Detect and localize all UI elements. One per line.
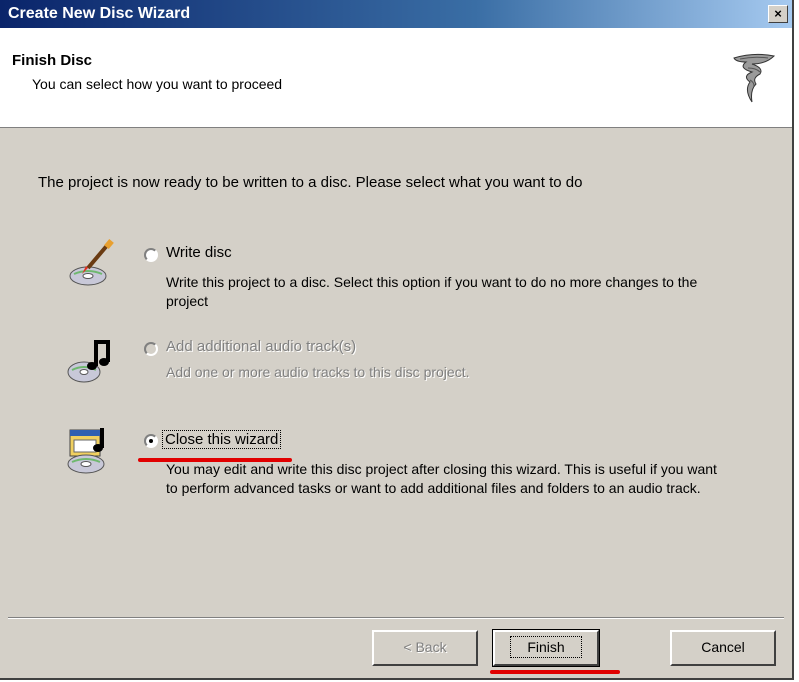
close-wizard-disc-icon — [67, 428, 105, 474]
header-title: Finish Disc — [12, 52, 93, 69]
close-wizard-label[interactable]: Close this wizard — [162, 430, 282, 449]
title-bar[interactable]: Create New Disc Wizard × — [0, 0, 792, 28]
header-subtitle: You can select how you want to proceed — [32, 76, 283, 92]
close-wizard-radio[interactable] — [144, 434, 158, 448]
annotation-underline-finish — [490, 670, 620, 674]
annotation-underline-close-wizard — [138, 458, 292, 462]
footer-separator — [8, 617, 784, 619]
wizard-header: Finish Disc You can select how you want … — [0, 28, 792, 128]
radio-selected-dot — [149, 439, 153, 443]
close-wizard-description: You may edit and write this disc project… — [166, 461, 717, 496]
add-audio-label: Add additional audio track(s) — [166, 338, 357, 355]
write-disc-radio[interactable] — [144, 248, 158, 262]
window-title: Create New Disc Wizard — [8, 5, 191, 22]
back-button: < Back — [372, 630, 478, 666]
wizard-tornado-icon — [733, 53, 776, 103]
cancel-button[interactable]: Cancel — [670, 630, 776, 666]
add-audio-description: Add one or more audio tracks to this dis… — [166, 364, 470, 380]
write-disc-icon — [69, 239, 114, 286]
wizard-window: Create New Disc Wizard × Finish Disc You… — [0, 0, 794, 680]
intro-text: The project is now ready to be written t… — [38, 174, 583, 191]
write-disc-description: Write this project to a disc. Select thi… — [166, 274, 698, 309]
finish-button-label: Finish — [510, 636, 582, 658]
finish-button[interactable]: Finish — [492, 629, 600, 667]
add-audio-radio — [144, 342, 158, 356]
close-button[interactable]: × — [768, 5, 788, 23]
write-disc-label[interactable]: Write disc — [166, 244, 232, 261]
audio-note-disc-icon — [67, 340, 110, 383]
